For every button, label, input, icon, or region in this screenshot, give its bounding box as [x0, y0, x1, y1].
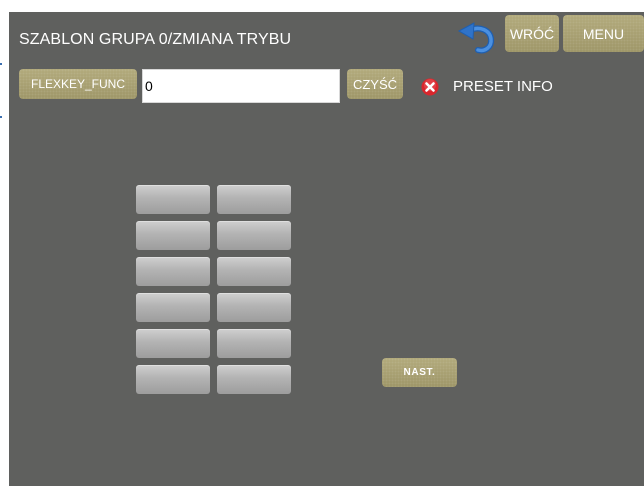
- key-r4-c1[interactable]: [136, 293, 210, 322]
- key-r6-c1[interactable]: [136, 365, 210, 394]
- key-r5-c2[interactable]: [217, 329, 291, 358]
- edge-marker: [0, 116, 2, 118]
- back-button[interactable]: WRÓĆ: [505, 15, 559, 52]
- key-r3-c2[interactable]: [217, 257, 291, 286]
- preset-info-label[interactable]: PRESET INFO: [453, 78, 553, 95]
- clear-button[interactable]: CZYŚĆ: [347, 69, 403, 99]
- key-r1-c2[interactable]: [217, 185, 291, 214]
- main-panel: SZABLON GRUPA 0/ZMIANA TRYBU WRÓĆ MENU F…: [9, 12, 644, 486]
- page-title: SZABLON GRUPA 0/ZMIANA TRYBU: [19, 31, 292, 48]
- edge-marker: [0, 63, 2, 65]
- key-r2-c1[interactable]: [136, 221, 210, 250]
- key-r4-c2[interactable]: [217, 293, 291, 322]
- func-value-input[interactable]: 0: [142, 69, 340, 103]
- menu-button[interactable]: MENU: [563, 15, 644, 52]
- undo-icon[interactable]: [456, 22, 496, 54]
- key-r5-c1[interactable]: [136, 329, 210, 358]
- key-r6-c2[interactable]: [217, 365, 291, 394]
- key-r2-c2[interactable]: [217, 221, 291, 250]
- error-x-icon: [421, 78, 439, 96]
- key-r3-c1[interactable]: [136, 257, 210, 286]
- key-r1-c1[interactable]: [136, 185, 210, 214]
- next-button[interactable]: NAST.: [382, 358, 457, 387]
- flexkey-func-button[interactable]: FLEXKEY_FUNC: [19, 69, 137, 99]
